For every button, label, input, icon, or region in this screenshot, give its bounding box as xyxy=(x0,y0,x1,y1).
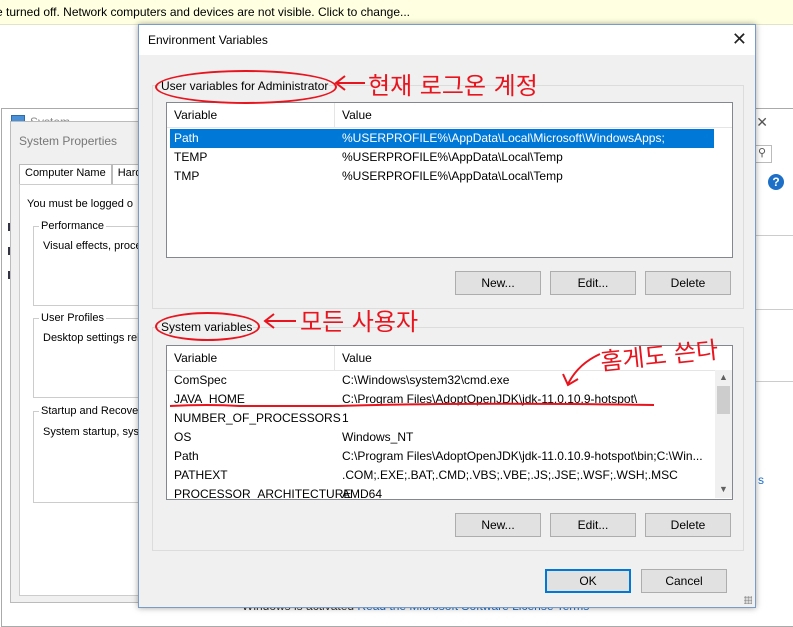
variable-cell: ComSpec xyxy=(174,373,227,387)
column-separator[interactable] xyxy=(334,103,335,127)
tab-computer-name[interactable]: Computer Name xyxy=(19,164,112,184)
variable-cell: TMP xyxy=(174,169,200,183)
system-delete-button[interactable]: Delete xyxy=(645,513,731,537)
system-properties-tabs: Computer Name Hardw xyxy=(19,164,156,184)
notification-text: e turned off. Network computers and devi… xyxy=(0,5,410,19)
value-cell: C:\Windows\system32\cmd.exe xyxy=(342,373,510,387)
table-row[interactable]: TEMP %USERPROFILE%\AppData\Local\Temp xyxy=(170,148,714,167)
user-delete-button[interactable]: Delete xyxy=(645,271,731,295)
variable-cell: Path xyxy=(174,131,199,145)
performance-text: Visual effects, proce xyxy=(43,240,142,252)
user-profiles-text: Desktop settings rela xyxy=(43,332,146,344)
table-row[interactable]: PATHEXT .COM;.EXE;.BAT;.CMD;.VBS;.VBE;.J… xyxy=(170,466,714,485)
variable-cell: NUMBER_OF_PROCESSORS xyxy=(174,411,341,425)
divider xyxy=(754,381,793,382)
system-annotation: 모든 사용자 xyxy=(300,308,419,336)
system-properties-title: System Properties xyxy=(19,134,118,148)
scroll-down-icon[interactable]: ▼ xyxy=(715,484,732,494)
system-edit-button[interactable]: Edit... xyxy=(550,513,636,537)
column-separator[interactable] xyxy=(334,346,335,370)
user-profiles-label: User Profiles xyxy=(39,312,106,324)
performance-label: Performance xyxy=(39,220,106,232)
user-label-highlight xyxy=(155,70,337,104)
admin-message: You must be logged o xyxy=(27,198,134,210)
variable-cell: PROCESSOR_ARCHITECTURE xyxy=(174,487,352,500)
performance-group xyxy=(33,226,143,306)
scrollbar-thumb[interactable] xyxy=(717,386,730,414)
table-row[interactable]: Path %USERPROFILE%\AppData\Local\Microso… xyxy=(170,129,714,148)
user-profiles-group xyxy=(33,318,143,398)
arrow-left-annotation-icon xyxy=(334,75,365,91)
startup-recovery-label: Startup and Recover xyxy=(39,405,144,417)
table-row[interactable]: PROCESSOR_ARCHITECTURE AMD64 xyxy=(170,485,714,500)
table-row[interactable]: TMP %USERPROFILE%\AppData\Local\Temp xyxy=(170,167,714,186)
column-variable[interactable]: Variable xyxy=(174,351,217,365)
arrow-left-annotation-icon xyxy=(263,313,296,329)
variable-cell: Path xyxy=(174,449,199,463)
value-cell: C:\Program Files\AdoptOpenJDK\jdk-11.0.1… xyxy=(342,449,703,463)
column-variable[interactable]: Variable xyxy=(174,108,217,122)
scroll-up-icon[interactable]: ▲ xyxy=(715,372,732,382)
value-cell: 1 xyxy=(342,411,349,425)
java-home-underline xyxy=(169,402,655,407)
resize-grip-icon[interactable] xyxy=(744,596,752,604)
table-row[interactable]: OS Windows_NT xyxy=(170,428,714,447)
variable-cell: TEMP xyxy=(174,150,208,164)
column-value[interactable]: Value xyxy=(342,351,372,365)
close-icon[interactable]: ✕ xyxy=(756,114,768,131)
user-annotation: 현재 로그온 계정 xyxy=(368,72,538,100)
divider xyxy=(754,309,793,310)
table-row[interactable]: Path C:\Program Files\AdoptOpenJDK\jdk-1… xyxy=(170,447,714,466)
startup-recovery-text: System startup, syste xyxy=(43,426,149,438)
ok-button[interactable]: OK xyxy=(545,569,631,593)
user-new-button[interactable]: New... xyxy=(455,271,541,295)
network-discovery-notification[interactable]: e turned off. Network computers and devi… xyxy=(0,0,793,25)
value-cell: .COM;.EXE;.BAT;.CMD;.VBS;.VBE;.JS;.JSE;.… xyxy=(342,468,678,482)
value-cell: %USERPROFILE%\AppData\Local\Temp xyxy=(342,150,563,164)
help-icon[interactable]: ? xyxy=(768,174,784,190)
system-properties-dialog: System Properties Computer Name Hardw You… xyxy=(10,121,156,603)
variable-cell: OS xyxy=(174,430,192,444)
dialog-titlebar[interactable]: Environment Variables ✕ xyxy=(139,25,755,55)
variable-cell: PATHEXT xyxy=(174,468,228,482)
value-cell: %USERPROFILE%\AppData\Local\Temp xyxy=(342,169,563,183)
startup-recovery-group xyxy=(33,411,143,503)
vertical-scrollbar[interactable]: ▲ ▼ xyxy=(715,370,732,498)
close-icon[interactable]: ✕ xyxy=(732,29,747,49)
column-value[interactable]: Value xyxy=(342,108,372,122)
list-header: Variable Value xyxy=(167,103,732,128)
value-cell: AMD64 xyxy=(342,487,383,500)
value-cell: Windows_NT xyxy=(342,430,414,444)
system-new-button[interactable]: New... xyxy=(455,513,541,537)
cancel-button[interactable]: Cancel xyxy=(641,569,727,593)
dialog-title: Environment Variables xyxy=(148,33,268,47)
system-side-link[interactable]: s xyxy=(758,473,764,487)
user-variables-list[interactable]: Variable Value Path %USERPROFILE%\AppDat… xyxy=(166,102,733,258)
system-label-highlight xyxy=(155,312,260,341)
value-cell: %USERPROFILE%\AppData\Local\Microsoft\Wi… xyxy=(342,131,665,145)
user-edit-button[interactable]: Edit... xyxy=(550,271,636,295)
divider xyxy=(754,235,793,236)
